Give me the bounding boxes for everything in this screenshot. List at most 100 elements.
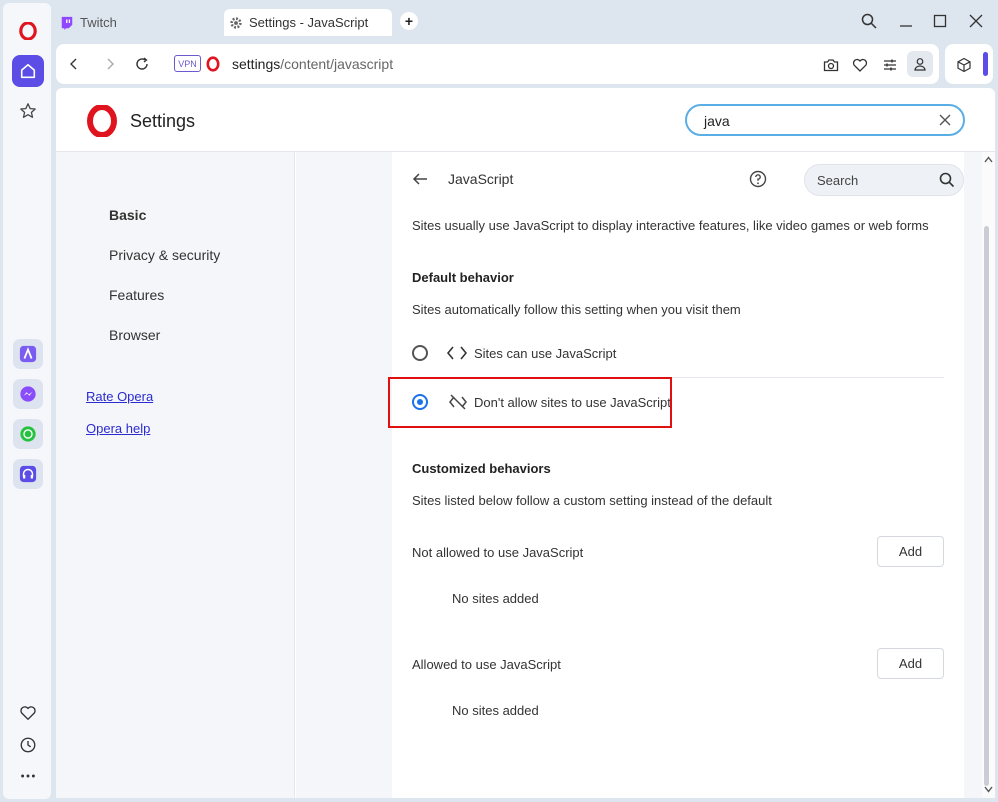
search-icon xyxy=(939,172,955,188)
url-field[interactable]: settings/content/javascript xyxy=(232,56,393,72)
not-allowed-empty: No sites added xyxy=(452,591,539,606)
whatsapp-app-button[interactable] xyxy=(13,419,43,449)
favorites-button[interactable] xyxy=(12,697,44,729)
customized-behaviors-sub: Sites listed below follow a custom setti… xyxy=(412,493,772,508)
close-icon xyxy=(969,14,983,28)
add-allowed-button[interactable]: Add xyxy=(877,648,944,679)
bookmarks-button[interactable] xyxy=(12,95,44,127)
panel-title: JavaScript xyxy=(448,171,514,187)
maximize-icon xyxy=(933,14,947,28)
heart-icon xyxy=(20,706,36,720)
allow-js-radio[interactable] xyxy=(412,345,428,361)
selection-highlight-box xyxy=(388,377,672,428)
whatsapp-icon xyxy=(20,426,36,442)
add-to-favorites-button[interactable] xyxy=(849,54,871,76)
panel-header: JavaScript Search xyxy=(412,161,964,199)
camera-icon xyxy=(823,59,839,72)
maximize-button[interactable] xyxy=(930,11,950,31)
new-tab-button[interactable]: + xyxy=(400,12,418,30)
tab-search-button[interactable] xyxy=(859,11,879,31)
clock-icon xyxy=(20,737,36,753)
aria-app-button[interactable] xyxy=(13,339,43,369)
music-player-button[interactable] xyxy=(13,459,43,489)
vpn-label: VPN xyxy=(178,58,197,69)
extensions-button[interactable] xyxy=(953,54,975,76)
add-button-label: Add xyxy=(898,544,923,559)
default-behavior-heading: Default behavior xyxy=(412,270,514,285)
chevron-left-icon xyxy=(70,58,77,70)
rate-opera-link[interactable]: Rate Opera xyxy=(86,389,153,404)
scrollbar-thumb[interactable] xyxy=(984,226,989,786)
allowed-empty: No sites added xyxy=(452,703,539,718)
sidebar-rail xyxy=(3,3,51,799)
messenger-icon xyxy=(20,386,36,402)
reload-icon xyxy=(136,57,148,70)
scroll-up-icon[interactable] xyxy=(984,156,993,163)
tab-label: Settings - JavaScript xyxy=(249,15,369,30)
back-arrow-icon[interactable] xyxy=(412,171,428,187)
content-gutter xyxy=(296,152,392,798)
javascript-settings-panel: JavaScript Search Sites usually use Java… xyxy=(388,152,964,798)
default-behavior-sub: Sites automatically follow this setting … xyxy=(412,302,741,317)
user-icon xyxy=(914,58,926,71)
url-host: settings xyxy=(232,56,281,72)
search-value: java xyxy=(704,113,730,129)
tab-label: Twitch xyxy=(80,15,117,30)
sidebar-item-basic[interactable]: Basic xyxy=(109,207,146,223)
history-button[interactable] xyxy=(12,729,44,761)
snapshot-button[interactable] xyxy=(820,54,842,76)
settings-sidebar: Basic Privacy & security Features Browse… xyxy=(56,152,295,798)
gear-icon xyxy=(230,16,242,29)
extensions-area xyxy=(945,44,993,84)
tab-settings[interactable]: Settings - JavaScript xyxy=(224,9,392,36)
settings-page: Settings java Basic Privacy & security F… xyxy=(56,88,995,798)
opera-logo-icon xyxy=(19,22,37,40)
chevron-right-icon xyxy=(107,58,114,70)
sidebar-item-privacy[interactable]: Privacy & security xyxy=(109,247,220,263)
close-window-button[interactable] xyxy=(966,11,986,31)
back-button[interactable] xyxy=(64,54,84,74)
customized-behaviors-heading: Customized behaviors xyxy=(412,461,551,476)
opera-help-link[interactable]: Opera help xyxy=(86,421,150,436)
sliders-icon xyxy=(884,59,896,71)
panel-description: Sites usually use JavaScript to display … xyxy=(412,218,929,233)
search-icon xyxy=(861,13,877,29)
messenger-app-button[interactable] xyxy=(13,379,43,409)
aria-icon xyxy=(19,345,37,363)
minimize-button[interactable] xyxy=(896,11,916,31)
plus-icon: + xyxy=(404,13,414,29)
url-path: /content/javascript xyxy=(280,56,394,72)
easy-setup-button[interactable] xyxy=(879,54,901,76)
clear-search-icon[interactable] xyxy=(939,114,951,126)
sidebar-item-browser[interactable]: Browser xyxy=(109,327,160,343)
star-icon xyxy=(20,103,36,118)
opera-menu-button[interactable] xyxy=(12,15,44,47)
help-icon[interactable] xyxy=(749,170,767,188)
add-not-allowed-button[interactable]: Add xyxy=(877,536,944,567)
forward-button[interactable] xyxy=(100,54,120,74)
allow-js-label[interactable]: Sites can use JavaScript xyxy=(474,346,616,361)
settings-search-input[interactable]: java xyxy=(685,104,965,136)
settings-header: Settings java xyxy=(56,88,995,152)
scroll-down-icon[interactable] xyxy=(984,786,993,793)
page-title: Settings xyxy=(130,111,196,131)
tab-twitch[interactable]: Twitch xyxy=(60,9,220,36)
sidebar-item-features[interactable]: Features xyxy=(109,287,164,303)
sidebar-toggle-indicator[interactable] xyxy=(983,52,988,76)
opera-site-icon xyxy=(206,56,220,75)
profile-button[interactable] xyxy=(907,51,933,77)
address-bar: VPN settings/content/javascript xyxy=(56,44,939,84)
search-placeholder: Search xyxy=(817,173,859,188)
reload-button[interactable] xyxy=(132,54,152,74)
heart-icon xyxy=(852,58,868,72)
browser-window: Twitch Settings - JavaScript + VPN setti… xyxy=(0,0,998,802)
more-button[interactable] xyxy=(12,760,44,792)
add-button-label: Add xyxy=(898,656,923,671)
allowed-label: Allowed to use JavaScript xyxy=(412,657,561,672)
panel-search-input[interactable]: Search xyxy=(804,164,964,196)
code-icon xyxy=(447,346,467,360)
home-button[interactable] xyxy=(12,55,44,87)
vpn-badge[interactable]: VPN xyxy=(174,55,201,72)
opera-logo-icon xyxy=(86,104,118,140)
headphones-icon xyxy=(19,465,37,483)
